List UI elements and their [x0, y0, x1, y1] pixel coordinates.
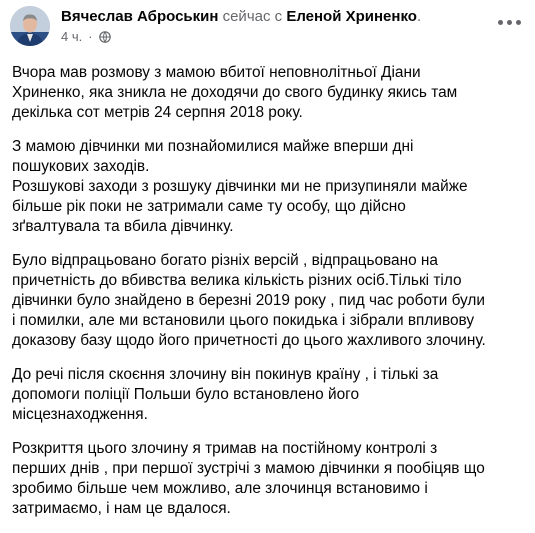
post-body: Вчора мав розмову з мамою вбитої неповно… [12, 63, 528, 533]
author-name[interactable]: Вячеслав Аброськин [61, 8, 218, 25]
tagged-person[interactable]: Еленой Хриненко [286, 8, 417, 25]
post-paragraph: Було відпрацьовано богато різніх версій … [12, 252, 486, 349]
post-paragraph: До речі після скоєння злочину він покину… [12, 366, 439, 423]
meta-separator: · [88, 29, 93, 44]
post-paragraph: Вчора мав розмову з мамою вбитої неповно… [12, 64, 458, 121]
post-meta: 4 ч. · [61, 29, 111, 45]
post-paragraph: Розкриття цього злочину я тримав на пост… [12, 440, 485, 517]
author-line: Вячеслав Аброськин сейчас с Еленой Хрине… [61, 7, 421, 27]
globe-icon[interactable] [98, 31, 111, 43]
avatar-photo [10, 6, 50, 46]
with-connector: сейчас с [222, 8, 283, 25]
author-line-period: . [416, 8, 422, 25]
more-options-icon[interactable] [493, 10, 525, 34]
author-avatar[interactable] [10, 6, 50, 46]
post-header: Вячеслав Аброськин сейчас с Еленой Хрине… [10, 6, 527, 56]
post-paragraph: З мамою дівчинки ми познайомилися майже … [12, 138, 468, 235]
post-timestamp[interactable]: 4 ч. [61, 29, 82, 45]
